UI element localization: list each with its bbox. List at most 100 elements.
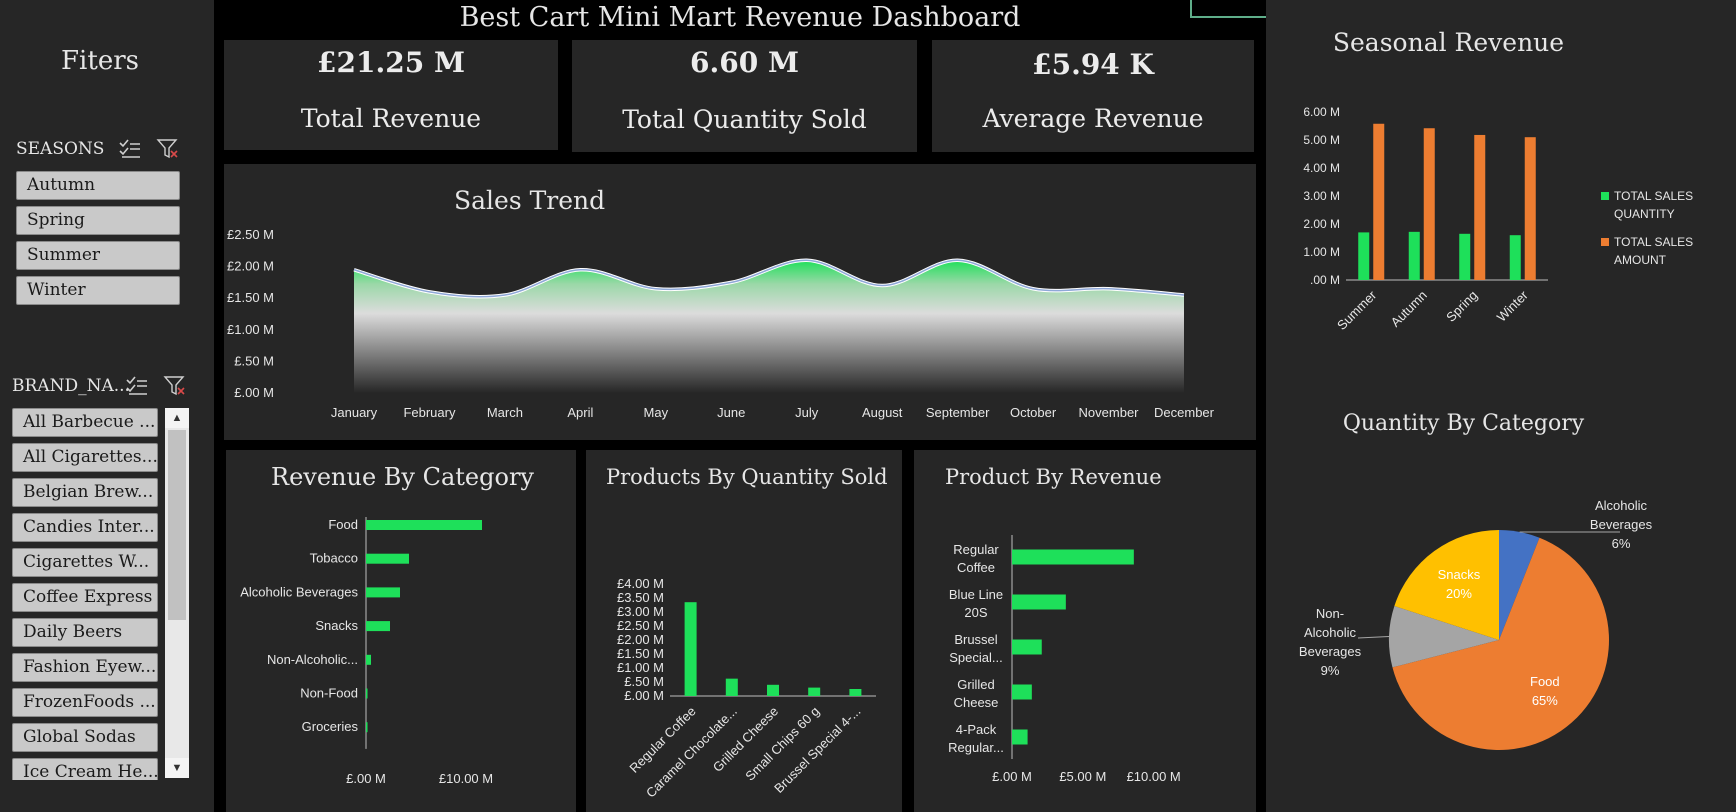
seasonal-bar — [1373, 123, 1385, 280]
brand-slicer-item[interactable]: Candies Inter... — [12, 513, 158, 542]
product-quantity-bar — [808, 687, 821, 696]
y-tick-label: £2.00 M — [617, 632, 664, 647]
sales-trend-area — [354, 260, 1184, 393]
kpi-card-quantity: 6.60 M Total Quantity Sold — [572, 40, 917, 152]
brand-slicer-item[interactable]: All Barbecue ... — [12, 408, 158, 437]
sales-trend-chart: £.00 M £.50 M £1.00 M £1.50 M £2.00 M £2.50 M… — [227, 227, 1215, 420]
brand-slicer-item[interactable]: Ice Cream He... — [12, 758, 158, 780]
brand-slicer-item[interactable]: Coffee Express — [12, 583, 158, 612]
product-quantity-bar — [849, 689, 862, 696]
quantity-by-category-title: Quantity By Category — [1342, 411, 1585, 436]
kpi-card-revenue: £21.25 M Total Revenue — [224, 40, 558, 150]
y-tick-label: Regular... — [948, 740, 1004, 755]
legend-label: TOTAL SALES — [1614, 235, 1693, 249]
x-tick-label: Spring — [1443, 288, 1480, 325]
y-tick-label: £2.50 M — [227, 227, 274, 242]
y-tick-label: Special... — [949, 650, 1002, 665]
y-tick-label: £.00 M — [234, 385, 274, 400]
y-tick-label: 6.00 M — [1303, 105, 1340, 119]
x-tick-label: April — [567, 405, 593, 420]
pie-label: Alcoholic — [1304, 625, 1357, 640]
seasonal-bar — [1509, 235, 1521, 280]
pie-label-pct: 20% — [1446, 586, 1472, 601]
x-tick-label: May — [644, 405, 669, 420]
pie-label: Beverages — [1299, 644, 1362, 659]
brand-slicer-item[interactable]: Cigarettes W... — [12, 548, 158, 577]
legend-label: TOTAL SALES — [1614, 189, 1693, 203]
y-tick-label: £4.00 M — [617, 576, 664, 591]
product-by-revenue-chart: Regular Coffee Blue Line 20S Brussel Special.… — [948, 535, 1181, 784]
pie-label: Beverages — [1590, 517, 1653, 532]
y-tick-label: £.50 M — [624, 674, 664, 689]
pie-leader-line — [1357, 636, 1390, 639]
brand-slicer-item[interactable]: Global Sodas — [12, 723, 158, 752]
x-tick-label: £5.00 M — [1059, 769, 1106, 784]
revenue-category-bar — [366, 553, 409, 564]
x-tick-label: November — [1079, 405, 1140, 420]
seasonal-bar — [1423, 128, 1435, 280]
legend-label: AMOUNT — [1614, 253, 1667, 267]
scroll-down-icon[interactable]: ▼ — [165, 758, 189, 778]
brand-slicer-item[interactable]: Belgian Brew... — [12, 478, 158, 507]
brand-slicer-item[interactable]: FrozenFoods ... — [12, 688, 158, 717]
kpi-card-average: £5.94 K Average Revenue — [932, 40, 1254, 152]
y-tick-label: £1.00 M — [227, 322, 274, 337]
y-tick-label: Tobacco — [310, 551, 358, 566]
x-tick-label: February — [403, 405, 456, 420]
brand-slicer-item[interactable]: All Cigarettes... — [12, 443, 158, 472]
scroll-up-icon[interactable]: ▲ — [165, 408, 189, 428]
y-tick-label: £1.50 M — [227, 290, 274, 305]
brand-slicer-item[interactable]: Daily Beers — [12, 618, 158, 647]
seasonal-revenue-chart: .00 M 1.00 M 2.00 M 3.00 M 4.00 M 5.00 M 6.00 … — [1303, 105, 1693, 333]
pie-label-pct: 6% — [1612, 536, 1631, 551]
x-tick-label: £.00 M — [346, 771, 386, 786]
y-tick-label: 3.00 M — [1303, 189, 1340, 203]
y-tick-label: .00 M — [1310, 273, 1340, 287]
brand-scrollbar[interactable]: ▲ ▼ — [165, 408, 189, 778]
kpi-label: Total Quantity Sold — [622, 105, 867, 134]
revenue-by-category-chart: Food Tobacco Alcoholic Beverages Snacks Non-… — [240, 517, 493, 786]
scrollbar-thumb[interactable] — [168, 430, 186, 620]
x-tick-label: September — [926, 405, 990, 420]
kpi-value: £5.94 K — [1032, 48, 1154, 81]
y-tick-label: 4.00 M — [1303, 161, 1340, 175]
pie-label: Food — [1530, 674, 1560, 689]
y-tick-label: Cheese — [954, 695, 999, 710]
x-tick-label: £10.00 M — [1127, 769, 1181, 784]
dashboard-title: Best Cart Mini Mart Revenue Dashboard — [459, 2, 1021, 33]
x-tick-label: Autumn — [1388, 288, 1430, 330]
seasonal-bar — [1358, 232, 1370, 280]
products-by-quantity-chart: £.00 M£.50 M£1.00 M£1.50 M£2.00 M£2.50 M… — [617, 576, 876, 800]
y-tick-label: £3.00 M — [617, 604, 664, 619]
y-tick-label: £1.50 M — [617, 646, 664, 661]
revenue-category-bar — [366, 587, 400, 598]
quantity-by-category-chart: Alcoholic Beverages 6% Food 65% Non- Alcoholic… — [1299, 498, 1653, 750]
y-tick-label: £1.00 M — [617, 660, 664, 675]
y-tick-label: 5.00 M — [1303, 133, 1340, 147]
brand-slicer-item[interactable]: Fashion Eyew... — [12, 653, 158, 682]
x-tick-label: December — [1154, 405, 1215, 420]
y-tick-label: Non-Alcoholic... — [267, 652, 358, 667]
y-tick-label: Blue Line — [949, 587, 1003, 602]
y-tick-label: Grilled — [957, 677, 995, 692]
y-tick-label: Groceries — [302, 719, 359, 734]
y-tick-label: £.50 M — [234, 353, 274, 368]
legend-label: QUANTITY — [1614, 207, 1675, 221]
product-quantity-bar — [725, 678, 738, 696]
y-tick-label: 2.00 M — [1303, 217, 1340, 231]
y-tick-label: Snacks — [315, 618, 358, 633]
y-tick-label: Food — [328, 517, 358, 532]
revenue-category-bar — [366, 688, 368, 699]
y-tick-label: 4-Pack — [956, 722, 997, 737]
x-tick-label: £10.00 M — [439, 771, 493, 786]
x-tick-label: Winter — [1494, 287, 1532, 325]
y-tick-label: 1.00 M — [1303, 245, 1340, 259]
kpi-value: £21.25 M — [317, 46, 465, 79]
seasonal-bar — [1459, 233, 1471, 280]
y-tick-label: £2.00 M — [227, 259, 274, 274]
pie-label: Alcoholic — [1595, 498, 1648, 513]
revenue-category-bar — [366, 722, 368, 733]
x-tick-label: October — [1010, 405, 1057, 420]
product-quantity-bar — [684, 602, 697, 696]
x-tick-label: £.00 M — [992, 769, 1032, 784]
